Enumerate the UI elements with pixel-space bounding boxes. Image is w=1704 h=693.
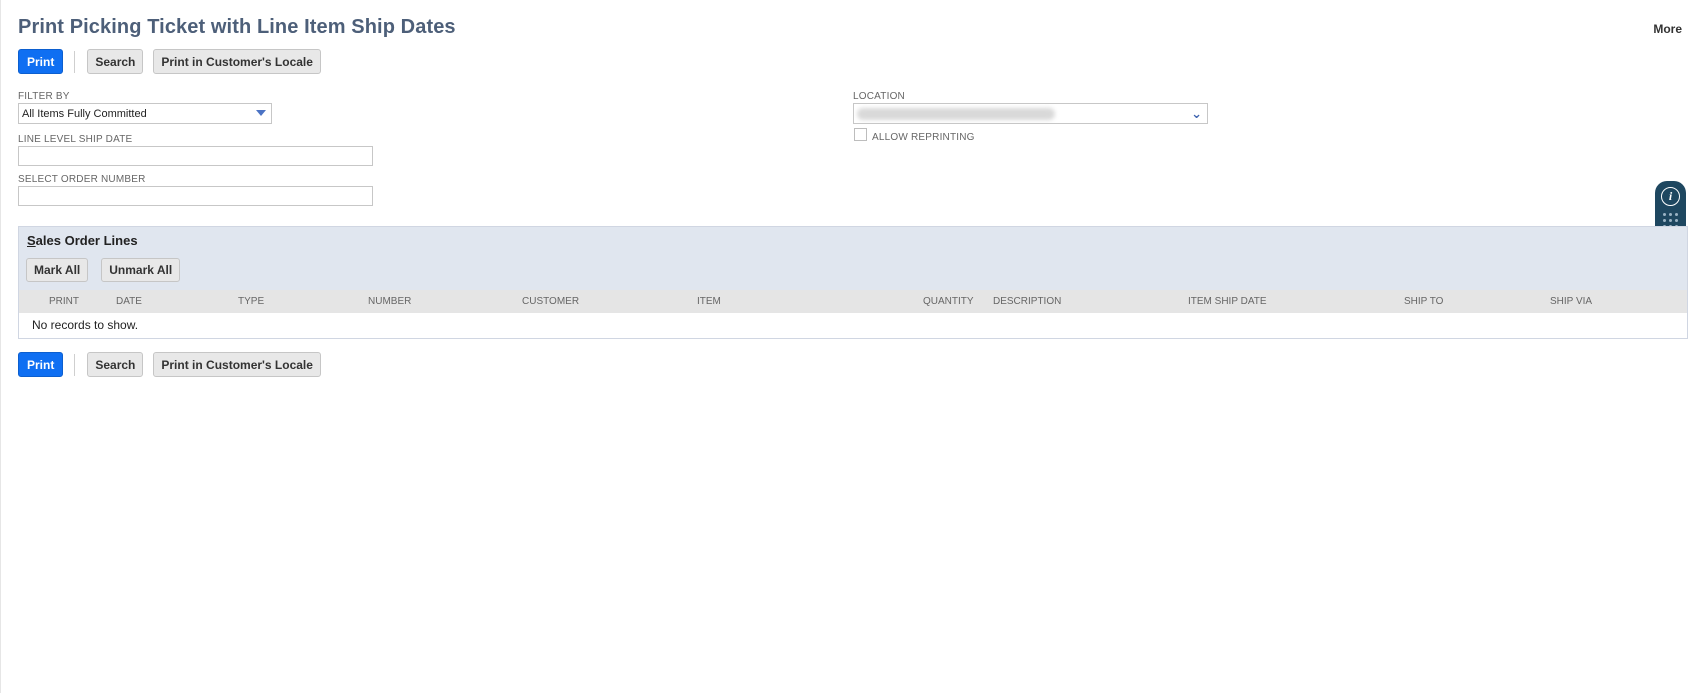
column-header-customer[interactable]: CUSTOMER	[522, 296, 579, 307]
column-header-ship-via[interactable]: SHIP VIA	[1550, 296, 1592, 307]
page-title: Print Picking Ticket with Line Item Ship…	[18, 16, 456, 38]
print-button[interactable]: Print	[18, 49, 64, 74]
column-header-quantity[interactable]: QUANTITY	[923, 296, 974, 307]
bottom-toolbar: Print Search Print in Customer's Locale	[18, 352, 331, 377]
column-header-description[interactable]: DESCRIPTION	[993, 296, 1061, 307]
info-icon[interactable]: i	[1661, 187, 1680, 206]
double-chevron-down-icon[interactable]: ⌄	[1191, 105, 1202, 122]
column-header-type[interactable]: TYPE	[238, 296, 264, 307]
more-link[interactable]: More	[1653, 22, 1682, 36]
search-button-bottom[interactable]: Search	[87, 352, 144, 377]
mark-all-button[interactable]: Mark All	[26, 258, 89, 282]
column-header-print[interactable]: PRINT	[49, 296, 79, 307]
location-select[interactable]: ⌄	[853, 103, 1208, 124]
column-header-number[interactable]: NUMBER	[368, 296, 411, 307]
print-in-customer-locale-button-bottom[interactable]: Print in Customer's Locale	[153, 352, 321, 377]
allow-reprinting-label: ALLOW REPRINTING	[872, 132, 975, 143]
column-header-date[interactable]: DATE	[116, 296, 142, 307]
unmark-all-button[interactable]: Unmark All	[101, 258, 181, 282]
sublist-header: Sales Order Lines Mark All Unmark All	[19, 227, 1687, 290]
line-level-ship-date-input[interactable]	[18, 146, 373, 166]
search-button[interactable]: Search	[87, 49, 144, 74]
print-in-customer-locale-button[interactable]: Print in Customer's Locale	[153, 49, 321, 74]
chevron-down-icon[interactable]	[256, 110, 266, 116]
print-button-bottom[interactable]: Print	[18, 352, 64, 377]
sales-order-lines-sublist: Sales Order Lines Mark All Unmark All PR…	[18, 226, 1688, 339]
sublist-buttons: Mark All Unmark All	[26, 258, 193, 282]
location-label: LOCATION	[853, 91, 905, 102]
toolbar-divider	[74, 50, 76, 73]
filter-by-select[interactable]: All Items Fully Committed	[18, 103, 272, 124]
select-order-number-label: SELECT ORDER NUMBER	[18, 174, 146, 185]
sublist-title[interactable]: Sales Order Lines	[27, 233, 138, 248]
select-order-number-input[interactable]	[18, 186, 373, 206]
filter-by-label: FILTER BY	[18, 91, 70, 102]
toolbar-divider-bottom	[74, 353, 76, 376]
column-header-row: PRINT DATE TYPE NUMBER CUSTOMER ITEM QUA…	[19, 290, 1687, 313]
top-toolbar: Print Search Print in Customer's Locale	[18, 49, 331, 74]
filter-by-value: All Items Fully Committed	[22, 108, 147, 120]
location-value-redacted	[857, 108, 1055, 120]
allow-reprinting-checkbox[interactable]	[854, 128, 867, 141]
line-level-ship-date-label: LINE LEVEL SHIP DATE	[18, 134, 133, 145]
column-header-ship-to[interactable]: SHIP TO	[1404, 296, 1443, 307]
empty-message: No records to show.	[32, 318, 139, 332]
column-header-item[interactable]: ITEM	[697, 296, 721, 307]
column-header-item-ship-date[interactable]: ITEM SHIP DATE	[1188, 296, 1267, 307]
